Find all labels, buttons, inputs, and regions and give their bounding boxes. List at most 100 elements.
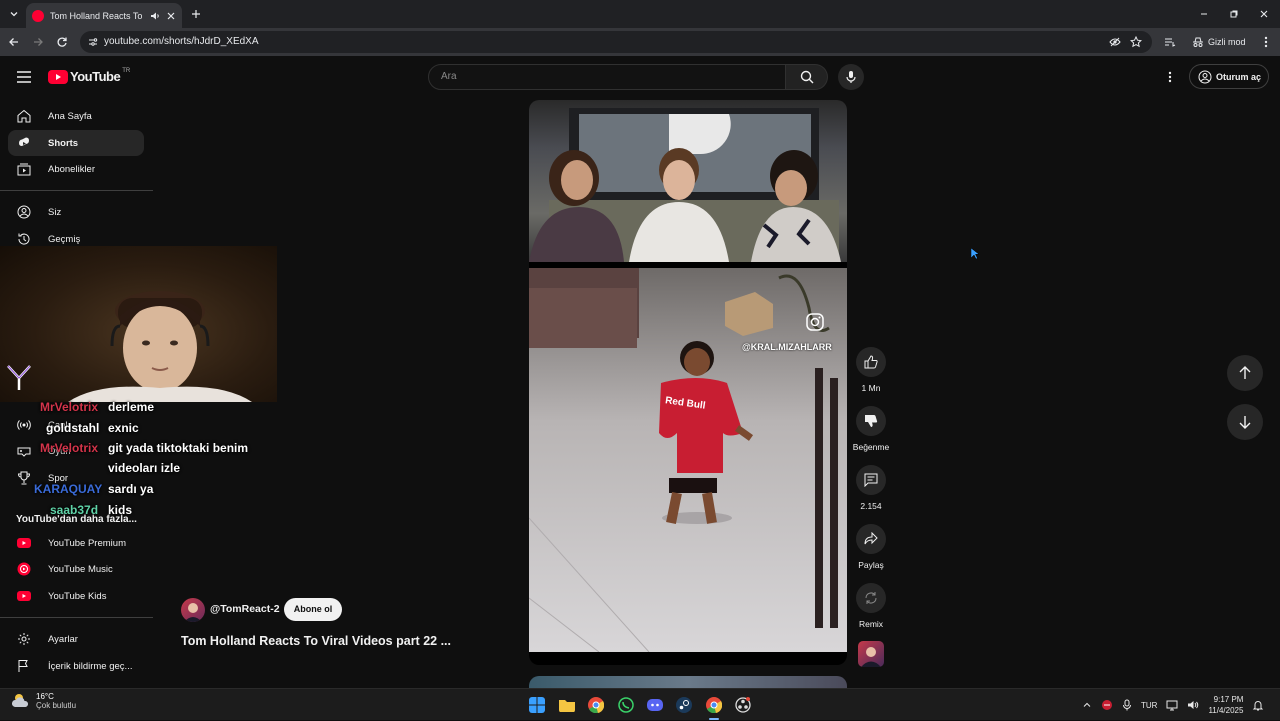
next-video-preview[interactable] xyxy=(529,676,847,688)
home-icon xyxy=(17,109,31,123)
sidebar-item-kids[interactable]: YouTube Kids xyxy=(8,583,144,609)
sidebar-item-label: Abonelikler xyxy=(48,163,95,175)
close-window-button[interactable] xyxy=(1256,6,1272,22)
like-count: 1 Mn xyxy=(861,383,881,393)
share-label: Paylaş xyxy=(858,560,884,570)
arrow-left-icon xyxy=(9,38,18,46)
sidebar-item-report-history[interactable]: İçerik bildirme geç... xyxy=(8,653,144,679)
discord-icon[interactable] xyxy=(647,697,663,713)
chat-message: derleme xyxy=(108,400,155,414)
sidebar-item-label: Siz xyxy=(48,206,62,218)
chrome-incognito-icon[interactable] xyxy=(706,697,722,713)
region-code: TR xyxy=(122,67,131,74)
restore-icon xyxy=(1230,10,1238,18)
remix-button[interactable]: Remix xyxy=(851,583,891,629)
reload-button[interactable] xyxy=(54,34,70,50)
short-title[interactable]: Tom Holland Reacts To Viral Videos part … xyxy=(181,634,451,648)
sidebar-item-subscriptions[interactable]: Abonelikler xyxy=(8,156,144,182)
logo-text: YouTube xyxy=(70,69,121,84)
previous-short-button[interactable] xyxy=(1227,355,1263,391)
obs-icon[interactable] xyxy=(735,697,751,713)
sound-thumbnail[interactable] xyxy=(858,641,884,667)
sidebar-item-you[interactable]: Siz xyxy=(8,199,144,225)
thumbs-up-icon xyxy=(864,355,878,369)
chevron-up-icon[interactable] xyxy=(1082,700,1092,710)
voice-search-button[interactable] xyxy=(838,64,864,90)
reading-list-button[interactable] xyxy=(1162,34,1178,50)
youtube-logo[interactable]: YouTube TR xyxy=(48,67,131,84)
sidebar-divider xyxy=(0,190,153,191)
keyboard-language[interactable]: TUR xyxy=(1141,701,1157,710)
chat-username: saab37d xyxy=(50,503,99,517)
sidebar-item-label: Ana Sayfa xyxy=(48,110,92,122)
guide-menu-button[interactable] xyxy=(12,66,36,88)
microphone-icon[interactable] xyxy=(1122,699,1132,711)
close-tab-icon[interactable] xyxy=(166,11,176,21)
sound-avatar-image xyxy=(861,647,881,667)
signin-label: Oturum aç xyxy=(1216,71,1262,82)
volume-icon[interactable] xyxy=(1187,699,1199,711)
network-icon[interactable] xyxy=(1166,699,1178,711)
app-tray-icon[interactable] xyxy=(1101,699,1113,711)
chat-username: goldstahl xyxy=(46,421,100,435)
file-explorer-icon[interactable] xyxy=(559,697,575,713)
comments-button[interactable]: 2.154 xyxy=(851,465,891,511)
sidebar-item-premium[interactable]: YouTube Premium xyxy=(8,530,144,556)
forward-button[interactable] xyxy=(30,34,46,50)
chevron-down-icon xyxy=(10,12,18,17)
share-icon xyxy=(864,532,878,545)
comment-icon xyxy=(864,473,878,487)
weather-temperature: 16°C xyxy=(36,692,54,701)
steam-icon[interactable] xyxy=(676,697,692,713)
browser-menu-button[interactable] xyxy=(1258,34,1274,50)
incognito-label: Gizli mod xyxy=(1208,37,1246,47)
next-short-button[interactable] xyxy=(1227,404,1263,440)
flag-icon xyxy=(18,660,28,672)
sidebar-item-label: Ayarlar xyxy=(48,633,78,645)
signin-button[interactable]: Oturum aç xyxy=(1189,64,1269,89)
restore-button[interactable] xyxy=(1226,6,1242,22)
eye-off-icon[interactable] xyxy=(1109,36,1121,48)
url-text: youtube.com/shorts/hJdrD_XEdXA xyxy=(104,36,259,47)
sidebar-item-label: İçerik bildirme geç... xyxy=(48,660,133,672)
minimize-button[interactable] xyxy=(1196,6,1212,22)
sidebar-item-settings[interactable]: Ayarlar xyxy=(8,626,144,652)
sidebar-item-shorts[interactable]: Shorts xyxy=(8,130,144,156)
search-input[interactable]: Ara xyxy=(428,64,786,90)
share-button[interactable]: Paylaş xyxy=(851,524,891,570)
browser-tab[interactable]: Tom Holland Reacts To Viral xyxy=(26,3,182,28)
windows-start-icon[interactable] xyxy=(529,697,545,713)
sidebar-item-music[interactable]: YouTube Music xyxy=(8,556,144,582)
sidebar-item-home[interactable]: Ana Sayfa xyxy=(8,103,144,129)
subscribe-button[interactable]: Abone ol xyxy=(284,598,342,621)
cloud-icon xyxy=(12,694,29,707)
search-button[interactable] xyxy=(786,64,828,90)
history-icon xyxy=(18,233,30,245)
mouse-cursor-icon xyxy=(971,248,979,260)
chrome-icon[interactable] xyxy=(588,697,604,713)
new-tab-button[interactable] xyxy=(188,6,204,22)
instagram-icon xyxy=(806,313,824,331)
star-icon[interactable] xyxy=(1130,36,1142,48)
incognito-icon xyxy=(1193,37,1203,47)
whatsapp-icon[interactable] xyxy=(618,697,634,713)
notification-bell-icon[interactable] xyxy=(1252,699,1264,711)
weather-widget[interactable]: 16°C Çok bulutlu xyxy=(12,692,76,710)
incognito-badge[interactable]: Gizli mod xyxy=(1186,33,1252,51)
back-button[interactable] xyxy=(6,34,22,50)
browser-toolbar: youtube.com/shorts/hJdrD_XEdXA Gizli mod xyxy=(0,28,1280,56)
settings-menu-button[interactable] xyxy=(1162,68,1178,86)
close-icon xyxy=(1260,10,1268,18)
clock[interactable]: 9:17 PM 11/4/2025 xyxy=(1208,694,1243,716)
channel-avatar[interactable] xyxy=(181,598,205,622)
url-bar[interactable]: youtube.com/shorts/hJdrD_XEdXA xyxy=(80,31,1152,53)
tab-title: Tom Holland Reacts To Viral xyxy=(50,10,144,21)
dislike-button[interactable]: Beğenme xyxy=(851,406,891,452)
like-button[interactable]: 1 Mn xyxy=(851,347,891,393)
tab-search-button[interactable] xyxy=(6,6,22,22)
site-info-icon[interactable] xyxy=(88,37,98,47)
speaker-icon[interactable] xyxy=(150,11,160,21)
channel-name[interactable]: @TomReact-2 xyxy=(210,603,280,615)
shorts-video-player[interactable]: Red Bull @KRAL.MIZAHLARR xyxy=(529,100,847,665)
video-watermark: @KRAL.MIZAHLARR xyxy=(742,342,832,352)
